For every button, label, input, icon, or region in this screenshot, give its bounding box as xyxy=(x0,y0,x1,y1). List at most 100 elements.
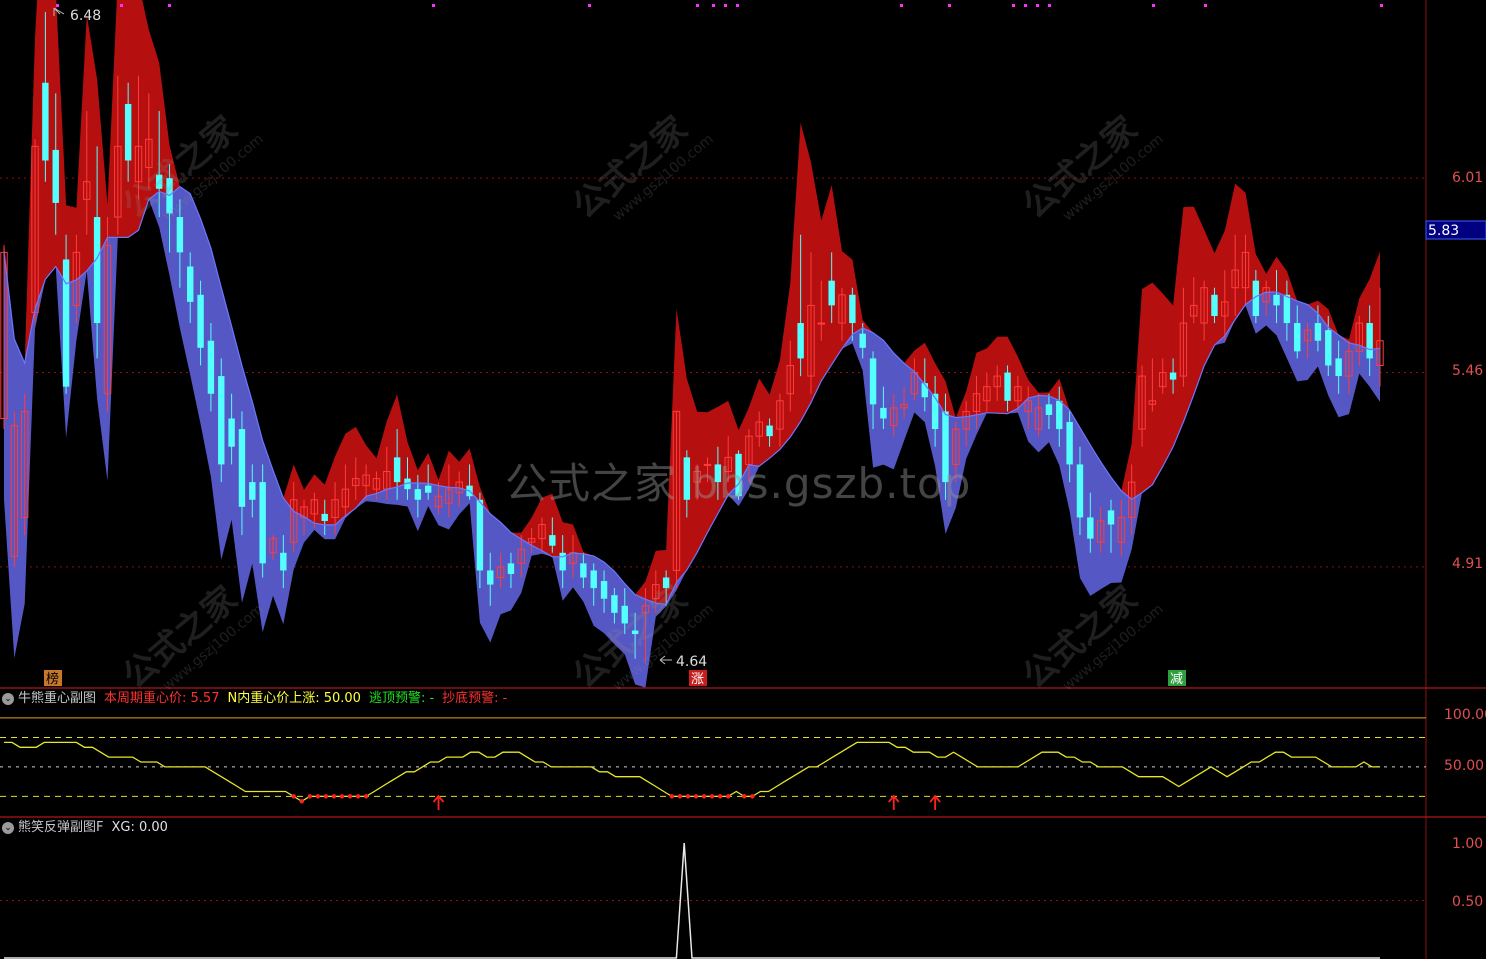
low-zone-dot xyxy=(347,794,353,799)
low-zone-dot xyxy=(717,794,723,799)
candle-body xyxy=(859,333,866,348)
candle-body xyxy=(1314,323,1322,341)
price-label: 6.01 xyxy=(1452,170,1483,186)
top-dot xyxy=(168,4,171,7)
low-zone-dot xyxy=(291,794,296,799)
top-dot xyxy=(1036,4,1039,7)
candle-body xyxy=(828,280,835,306)
rebound-y-label: 0.50 xyxy=(1452,894,1483,910)
candle-body xyxy=(849,294,856,324)
low-zone-dot xyxy=(709,794,715,799)
up-arrow xyxy=(432,794,445,810)
candle-body xyxy=(176,217,184,253)
price-label: 4.91 xyxy=(1452,556,1483,572)
candle-body xyxy=(1045,404,1053,415)
rebound-y-label: 1.00 xyxy=(1452,836,1483,852)
svg-text:榜: 榜 xyxy=(46,671,59,687)
top-dot xyxy=(432,4,435,7)
low-marker-label: 4.64 xyxy=(676,654,707,670)
candle-body xyxy=(1335,358,1342,377)
candle-body xyxy=(124,103,132,161)
candle-body xyxy=(1056,400,1063,430)
candle-body xyxy=(600,581,608,599)
candle-body xyxy=(1325,330,1332,366)
top-dot xyxy=(1152,4,1155,7)
candle-body xyxy=(93,217,101,324)
svg-text:涨: 涨 xyxy=(691,672,704,687)
low-zone-dot xyxy=(307,794,312,799)
candle-body xyxy=(766,425,773,437)
top-dot xyxy=(1012,4,1015,7)
low-zone-dot xyxy=(355,794,361,799)
rebound-title: 熊笑反弹副图F xyxy=(18,820,104,835)
gravity-line xyxy=(4,741,1380,803)
candle-body xyxy=(52,149,59,203)
gravity-y-label: 50.00 xyxy=(1444,758,1484,774)
top-dot xyxy=(736,4,739,7)
gravity-item: N内重心价上涨: 50.00 xyxy=(227,691,361,706)
candle-body xyxy=(869,358,877,405)
candle-body xyxy=(1273,294,1280,306)
candle-body xyxy=(880,407,887,419)
candle-body xyxy=(280,552,287,571)
low-zone-dot xyxy=(677,794,683,799)
candle-body xyxy=(1107,510,1115,525)
low-zone-dot xyxy=(339,794,345,799)
collapse-icon[interactable]: ⌄ xyxy=(2,822,14,834)
candle-body xyxy=(931,393,939,430)
gravity-title: 牛熊重心副图 xyxy=(18,691,97,706)
low-zone-dot xyxy=(750,794,755,799)
candle-body xyxy=(476,499,484,571)
gravity-panel[interactable] xyxy=(0,717,1426,810)
low-zone-dot xyxy=(299,799,304,804)
gravity-item: 抄底预警: - xyxy=(442,691,508,706)
candle-body xyxy=(187,266,194,302)
candle-body xyxy=(238,429,246,507)
top-dot xyxy=(120,4,123,7)
price-label: 5.46 xyxy=(1452,363,1483,379)
candle-body xyxy=(228,418,235,447)
low-zone-dot xyxy=(693,794,699,799)
candle-body xyxy=(197,294,204,348)
candle-body xyxy=(1283,294,1291,324)
collapse-icon[interactable]: ⌄ xyxy=(2,693,14,705)
candle-body xyxy=(1004,372,1011,401)
low-zone-dot xyxy=(363,794,369,799)
up-arrow xyxy=(888,794,900,810)
top-dot xyxy=(900,4,903,7)
up-arrow xyxy=(929,794,941,810)
candle-body xyxy=(1076,464,1084,518)
candle-body xyxy=(207,340,215,394)
candle-body xyxy=(393,457,401,483)
low-zone-dot xyxy=(742,794,747,799)
candle-body xyxy=(1294,323,1301,352)
low-zone-dot xyxy=(315,794,321,799)
low-marker: 4.64 xyxy=(659,654,707,670)
candle-body xyxy=(549,535,556,546)
signal-label-bang: 榜 xyxy=(44,670,62,687)
top-dot xyxy=(712,4,715,7)
candle-body xyxy=(249,482,256,500)
rebound-panel[interactable] xyxy=(0,842,1426,959)
rebound-legend: ⌄ 熊笑反弹副图F XG: 0.00 xyxy=(0,818,176,838)
candle-body xyxy=(62,259,70,387)
top-dot xyxy=(588,4,591,7)
signal-label-jian: 减 xyxy=(1168,670,1186,687)
low-zone-dot xyxy=(685,794,691,799)
candle-body xyxy=(797,323,804,359)
candle-body xyxy=(259,482,266,564)
svg-text:减: 减 xyxy=(1170,672,1183,687)
top-dot xyxy=(1380,4,1383,7)
top-dot xyxy=(948,4,951,7)
watermark-center: 公式之家 bbs.gszb.top xyxy=(505,459,972,508)
candle-body xyxy=(590,570,597,589)
low-zone-dot xyxy=(701,794,707,799)
candle-body xyxy=(424,485,432,493)
rebound-item: XG: 0.00 xyxy=(111,820,168,835)
low-zone-dot xyxy=(323,794,329,799)
top-marker-dots xyxy=(56,4,1383,7)
top-dot xyxy=(1204,4,1207,7)
high-marker-label: 6.48 xyxy=(70,8,101,24)
candle-body xyxy=(1087,517,1094,539)
low-zone-dot xyxy=(331,794,337,799)
